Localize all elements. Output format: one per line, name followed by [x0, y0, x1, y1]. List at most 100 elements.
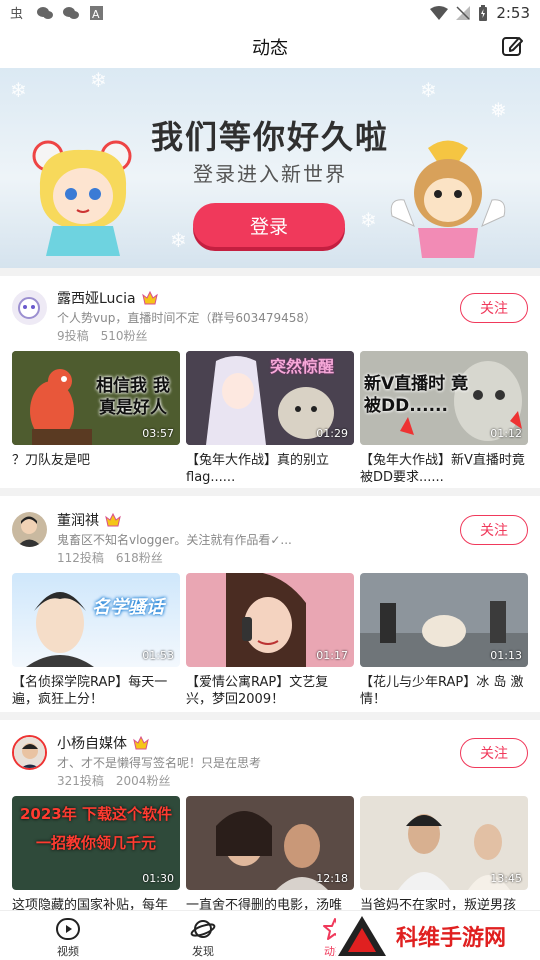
video-thumbnail[interactable]: 01:13	[360, 573, 528, 667]
video-title: 【兔年大作战】真的别立flag......	[186, 453, 330, 485]
video-duration: 01:53	[142, 649, 174, 662]
video-title: 【名侦探学院RAP】每天一遍，疯狂上分！	[12, 675, 168, 707]
video-item[interactable]: 相信我 我真是好人 03:57 ？刀队友是吧	[12, 351, 180, 486]
monkey-mascot-illustration	[390, 140, 506, 258]
header: 动态	[0, 26, 540, 68]
app-notification-icon: 虫	[10, 7, 23, 21]
thumbnail-caption: 相信我 我真是好人	[96, 376, 170, 418]
wechat-icon	[63, 7, 79, 19]
video-item[interactable]: 名学骚话 01:53 【名侦探学院RAP】每天一遍，疯狂上分！	[12, 573, 180, 708]
creator-description: 才、才不是懒得写签名呢！只是在思考	[57, 756, 262, 770]
thumbnail-caption: 新V直播时 竟被DD......	[364, 374, 469, 416]
video-item[interactable]: 12:18 一直舍不得删的电影，汤唯	[186, 796, 354, 910]
creator-name-label: 露西娅Lucia	[57, 291, 136, 307]
creator-description: 鬼畜区不知名vlogger。关注就有作品看✓...	[57, 533, 292, 547]
status-bar: 虫 A 2:53	[0, 0, 540, 26]
snowflake-icon: ❄	[90, 68, 107, 92]
creator-name-label: 小杨自媒体	[57, 736, 127, 752]
creator-card: 董润祺 鬼畜区不知名vlogger。关注就有作品看✓... 112投稿 618粉…	[0, 498, 540, 712]
video-title: ？刀队友是吧	[12, 453, 91, 468]
video-item[interactable]: 01:13 【花儿与少年RAP】冰 岛 激 情！	[360, 573, 528, 708]
video-thumbnail[interactable]: 相信我 我真是好人 03:57	[12, 351, 180, 445]
avatar[interactable]	[12, 512, 47, 547]
follow-button[interactable]: 关注	[460, 293, 528, 323]
video-duration: 01:13	[490, 649, 522, 662]
notification-icons: 虫 A	[10, 5, 106, 21]
clock: 2:53	[496, 4, 530, 22]
video-list: 名学骚话 01:53 【名侦探学院RAP】每天一遍，疯狂上分！ 01:17 【爱…	[12, 573, 528, 707]
login-button[interactable]: 登录	[193, 203, 345, 247]
video-item[interactable]: 01:17 【爱情公寓RAP】文艺复兴，梦回2009！	[186, 573, 354, 708]
site-watermark: 科维手游网	[336, 912, 540, 960]
wifi-icon	[430, 6, 449, 20]
video-duration: 12:18	[316, 872, 348, 885]
video-thumbnail[interactable]: 名学骚话 01:53	[12, 573, 180, 667]
video-duration: 01:12	[490, 427, 522, 440]
creator-name[interactable]: 董润祺	[57, 510, 121, 530]
video-duration: 13:45	[490, 872, 522, 885]
video-title: 一直舍不得删的电影，汤唯	[186, 898, 343, 910]
creator-stats: 9投稿 510粉丝	[57, 329, 148, 343]
vip-crown-icon	[133, 736, 149, 750]
page-title: 动态	[252, 38, 288, 59]
creator-stats: 112投稿 618粉丝	[57, 551, 163, 565]
snowflake-icon: ❄	[170, 228, 187, 252]
creator-card: 露西娅Lucia 个人势vup，直播时间不定（群号603479458） 9投稿 …	[0, 276, 540, 488]
video-title: 当爸妈不在家时，叛逆男孩	[360, 898, 517, 910]
creator-name[interactable]: 露西娅Lucia	[57, 288, 158, 308]
video-thumbnail[interactable]: 12:18	[186, 796, 354, 890]
play-icon	[56, 918, 80, 940]
watermark-logo-icon	[338, 916, 386, 956]
vip-crown-icon	[105, 513, 121, 527]
follow-button[interactable]: 关注	[460, 738, 528, 768]
creator-stats: 321投稿 2004粉丝	[57, 774, 171, 788]
snowflake-icon: ❄	[10, 78, 27, 102]
thumbnail-caption: 2023年 下载这个软件 一招教你领几千元	[20, 805, 172, 852]
creator-name-label: 董润祺	[57, 513, 99, 529]
video-thumbnail[interactable]: 突然惊醒 01:29	[186, 351, 354, 445]
svg-text:虫: 虫	[10, 7, 23, 21]
battery-icon	[479, 5, 488, 21]
video-title: 【爱情公寓RAP】文艺复兴，梦回2009！	[186, 675, 329, 707]
video-duration: 01:17	[316, 649, 348, 662]
wechat-icon	[37, 7, 53, 19]
video-thumbnail[interactable]: 2023年 下载这个软件 一招教你领几千元 01:30	[12, 796, 180, 890]
vip-crown-icon	[141, 291, 158, 305]
avatar[interactable]	[12, 735, 47, 770]
follow-button[interactable]: 关注	[460, 515, 528, 545]
snowflake-icon: ❄	[420, 78, 437, 102]
avatar[interactable]	[12, 290, 47, 325]
video-duration: 03:57	[142, 427, 174, 440]
nav-item-discover[interactable]: 发现	[173, 917, 233, 959]
video-item[interactable]: 13:45 当爸妈不在家时，叛逆男孩	[360, 796, 528, 910]
creator-card: 小杨自媒体 才、才不是懒得写签名呢！只是在思考 321投稿 2004粉丝 关注 …	[0, 721, 540, 910]
planet-icon	[190, 920, 216, 938]
creator-description: 个人势vup，直播时间不定（群号603479458）	[57, 311, 317, 325]
video-item[interactable]: 突然惊醒 01:29 【兔年大作战】真的别立flag......	[186, 351, 354, 486]
video-thumbnail[interactable]: 新V直播时 竟被DD...... 01:12	[360, 351, 528, 445]
thumbnail-caption: 突然惊醒	[270, 357, 335, 376]
video-title: 【兔年大作战】新V直播时竟被DD要求......	[360, 453, 525, 485]
video-thumbnail[interactable]: 13:45	[360, 796, 528, 890]
edit-icon[interactable]	[500, 34, 524, 58]
section-divider	[0, 712, 540, 720]
video-thumbnail[interactable]: 01:17	[186, 573, 354, 667]
nav-label: 视频	[57, 945, 79, 958]
nav-item-video[interactable]: 视频	[38, 917, 98, 959]
svg-text:A: A	[92, 8, 100, 21]
video-list: 相信我 我真是好人 03:57 ？刀队友是吧 突然惊醒 01:29 【兔年大作战…	[12, 351, 528, 485]
nav-label: 发现	[192, 945, 214, 958]
video-item[interactable]: 新V直播时 竟被DD...... 01:12 【兔年大作战】新V直播时竟被DD要…	[360, 351, 528, 486]
creator-name[interactable]: 小杨自媒体	[57, 733, 149, 753]
video-title: 这项隐藏的国家补贴，每年	[12, 898, 169, 910]
section-divider	[0, 488, 540, 496]
video-list: 2023年 下载这个软件 一招教你领几千元 01:30 这项隐藏的国家补贴，每年…	[12, 796, 528, 910]
thumbnail-caption: 名学骚话	[92, 597, 164, 618]
video-duration: 01:29	[316, 427, 348, 440]
section-divider	[0, 268, 540, 276]
no-signal-icon	[456, 6, 471, 20]
video-duration: 01:30	[142, 872, 174, 885]
video-title: 【花儿与少年RAP】冰 岛 激 情！	[360, 675, 524, 707]
watermark-text: 科维手游网	[396, 926, 507, 951]
video-item[interactable]: 2023年 下载这个软件 一招教你领几千元 01:30 这项隐藏的国家补贴，每年	[12, 796, 180, 910]
